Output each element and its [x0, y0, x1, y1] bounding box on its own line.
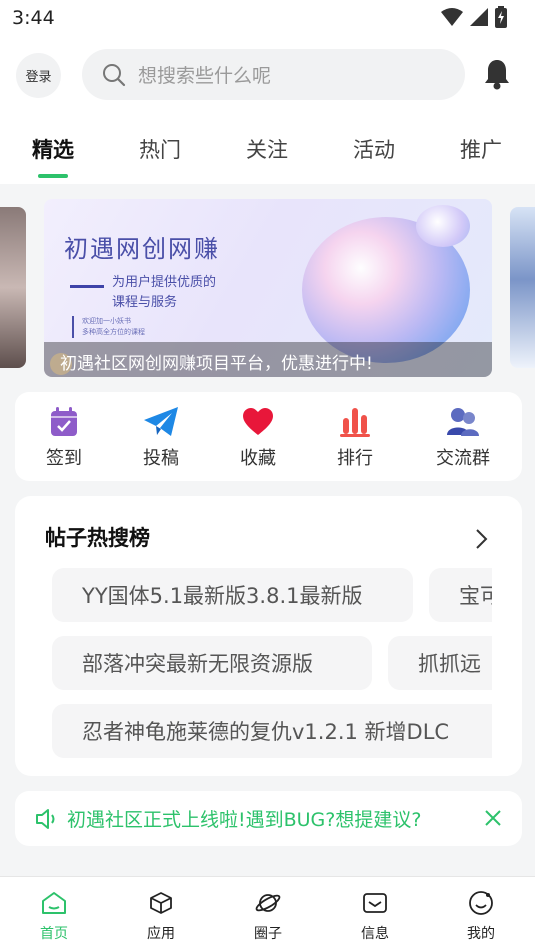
quick-favorites-label: 收藏: [240, 448, 276, 469]
signal-icon: [470, 8, 488, 26]
tab-indicator: [38, 174, 68, 178]
banner-subtitle-2: 课程与服务: [112, 295, 178, 310]
nav-profile-label: 我的: [467, 926, 495, 942]
quick-group-chat-label: 交流群: [436, 448, 490, 469]
bottom-nav: 首页 应用 圈子 信息 我的: [0, 876, 535, 951]
banner-dash: [70, 285, 104, 288]
tab-events[interactable]: 活动: [353, 134, 395, 164]
hot-search-chip[interactable]: YY国体5.1最新版3.8.1最新版: [52, 568, 413, 622]
quick-ranking-label: 排行: [337, 448, 373, 469]
banner-subtitle-1: 为用户提供优质的: [112, 275, 217, 290]
nav-apps[interactable]: 应用: [131, 889, 191, 943]
search-icon: [103, 63, 126, 86]
nav-profile[interactable]: 我的: [451, 889, 511, 943]
search-placeholder: 想搜索些什么呢: [138, 65, 272, 87]
banner-tiny-text: 欢迎加一小妖书 多种高全方位的课程: [82, 316, 202, 338]
hot-search-chip[interactable]: 宝可: [429, 568, 492, 622]
header: 登录 想搜索些什么呢 精选 热门 关注 活动 推广: [0, 38, 535, 184]
planet-icon: [255, 894, 281, 912]
hot-search-chip[interactable]: 部落冲突最新无限资源版: [52, 636, 372, 690]
hot-search-chip[interactable]: 忍者神龟施莱德的复仇v1.2.1 新增DLC: [52, 704, 492, 758]
calendar-check-icon: [51, 407, 77, 436]
bar-chart-icon: [340, 408, 370, 437]
quick-submit-label: 投稿: [143, 448, 179, 469]
nav-home-label: 首页: [40, 926, 68, 942]
heart-icon: [243, 408, 273, 435]
nav-messages-label: 信息: [361, 926, 389, 942]
wifi-icon: [441, 8, 463, 26]
status-bar: 3:44: [0, 0, 535, 38]
hot-search-title: 帖子热搜榜: [45, 526, 150, 550]
bell-icon[interactable]: [483, 58, 511, 90]
paper-plane-icon: [144, 407, 178, 436]
tab-promotion[interactable]: 推广: [460, 134, 502, 164]
nav-home[interactable]: 首页: [24, 889, 84, 943]
home-icon: [42, 892, 66, 914]
hot-search-chips: YY国体5.1最新版3.8.1最新版 宝可 部落冲突最新无限资源版 抓抓远 忍者…: [52, 568, 492, 758]
nav-apps-label: 应用: [147, 926, 175, 942]
hot-search-chip[interactable]: 抓抓远: [388, 636, 492, 690]
announcement-text: 初遇社区正式上线啦!遇到BUG?想提建议?: [67, 809, 422, 831]
quick-group-chat[interactable]: 交流群: [418, 406, 508, 470]
tab-featured[interactable]: 精选: [32, 134, 74, 164]
quick-submit[interactable]: 投稿: [116, 406, 206, 470]
banner-next-slide[interactable]: [510, 207, 535, 368]
quick-favorites[interactable]: 收藏: [213, 406, 303, 470]
close-icon[interactable]: [484, 809, 502, 827]
quick-actions: 签到 投稿 收藏 排行 交流群: [15, 392, 522, 481]
announcement-bar[interactable]: 初遇社区正式上线啦!遇到BUG?想提建议?: [15, 791, 522, 846]
quick-checkin-label: 签到: [46, 448, 82, 469]
tab-following[interactable]: 关注: [246, 134, 288, 164]
banner-carousel[interactable]: 初遇网创网赚 为用户提供优质的 课程与服务 欢迎加一小妖书 多种高全方位的课程 …: [0, 199, 535, 377]
login-button[interactable]: 登录: [16, 53, 61, 98]
quick-ranking[interactable]: 排行: [310, 406, 400, 470]
banner-tiny-line-2: 多种高全方位的课程: [82, 328, 145, 336]
nav-messages[interactable]: 信息: [345, 889, 405, 943]
banner-title: 初遇网创网赚: [64, 235, 220, 263]
banner-tiny-line-1: 欢迎加一小妖书: [82, 317, 131, 325]
battery-icon: [495, 6, 507, 28]
speaker-icon: [36, 808, 55, 829]
search-input[interactable]: 想搜索些什么呢: [82, 49, 465, 100]
banner-orb-small: [416, 205, 470, 247]
cube-icon: [150, 892, 172, 914]
group-icon: [447, 408, 479, 436]
mail-icon: [363, 893, 387, 913]
banner-prev-slide[interactable]: [0, 207, 26, 368]
hot-search-card: 帖子热搜榜 YY国体5.1最新版3.8.1最新版 宝可 部落冲突最新无限资源版 …: [15, 496, 522, 776]
status-time: 3:44: [12, 7, 55, 29]
nav-circles-label: 圈子: [254, 926, 282, 942]
banner-slide[interactable]: 初遇网创网赚 为用户提供优质的 课程与服务 欢迎加一小妖书 多种高全方位的课程 …: [44, 199, 492, 377]
profile-icon: [469, 891, 493, 915]
chevron-right-icon[interactable]: [474, 528, 488, 550]
nav-circles[interactable]: 圈子: [238, 889, 298, 943]
tab-hot[interactable]: 热门: [139, 134, 181, 164]
quick-checkin[interactable]: 签到: [19, 406, 109, 470]
tab-bar: 精选 热门 关注 活动 推广: [0, 134, 535, 182]
banner-tiny-bar: [72, 316, 74, 338]
banner-caption: 初遇社区网创网赚项目平台，优惠进行中!: [60, 354, 373, 374]
status-icons: [441, 6, 507, 28]
